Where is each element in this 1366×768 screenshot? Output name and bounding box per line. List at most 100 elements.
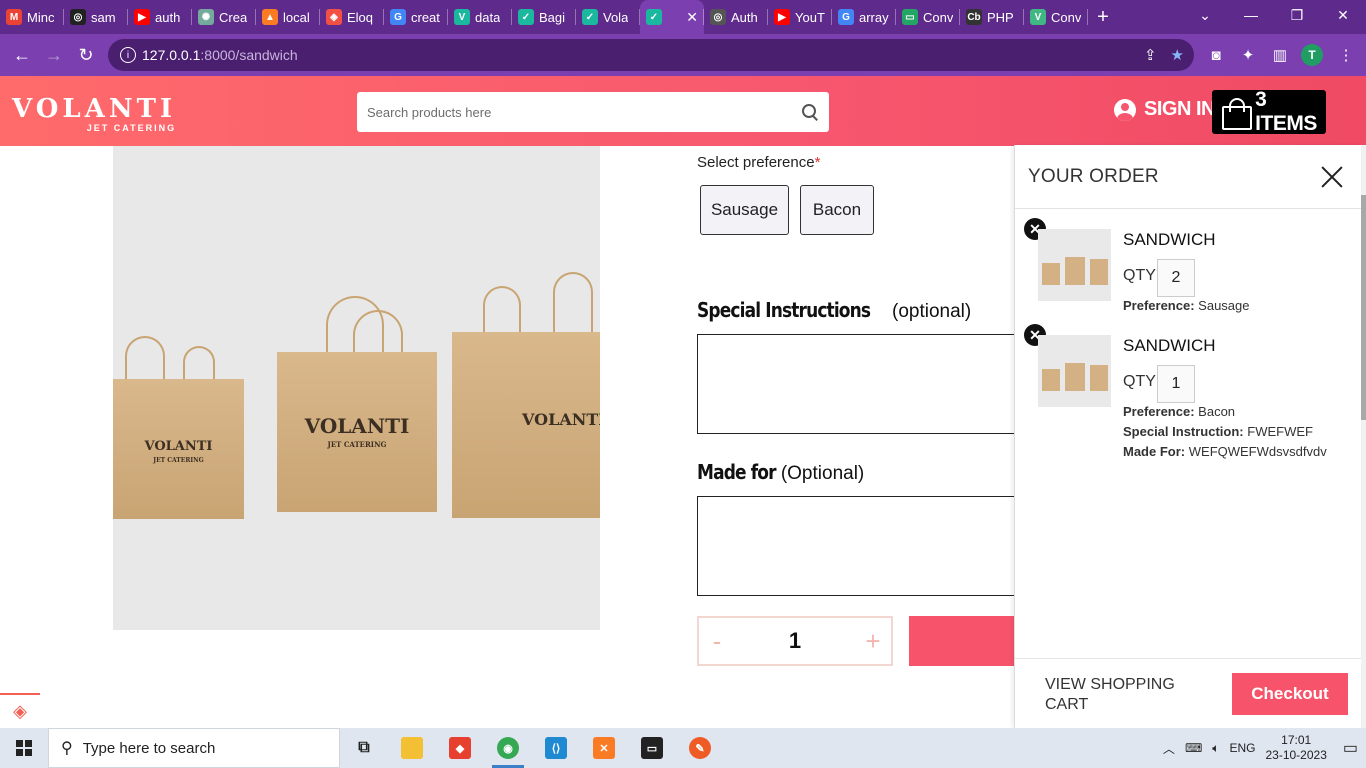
terminal-icon[interactable]: ▭ bbox=[628, 728, 676, 768]
browser-tab[interactable]: Cb PHP bbox=[960, 0, 1024, 34]
postman-icon[interactable]: ✎ bbox=[676, 728, 724, 768]
quantity-increase-button[interactable]: + bbox=[863, 626, 883, 657]
order-drawer: YOUR ORDER ✕ SANDWICH QTY 2 Preference: … bbox=[1014, 145, 1363, 728]
vue-icon: V bbox=[1030, 9, 1046, 25]
notifications-icon[interactable]: ▭ bbox=[1343, 738, 1358, 758]
close-icon[interactable] bbox=[1320, 165, 1344, 189]
anydesk-icon[interactable]: ◆ bbox=[436, 728, 484, 768]
laravel-debug-icon[interactable]: ◈ bbox=[0, 693, 40, 728]
browser-tab[interactable]: ✓ Vola bbox=[576, 0, 640, 34]
quantity-value[interactable]: 1 bbox=[789, 628, 801, 654]
taskbar-search[interactable]: ⚲ Type here to search bbox=[48, 728, 340, 768]
preference-bacon-button[interactable]: Bacon bbox=[800, 185, 874, 235]
chrome-icon[interactable]: ◉ bbox=[484, 728, 532, 768]
language-indicator[interactable]: ENG bbox=[1229, 741, 1255, 755]
order-item-qty-label: QTY bbox=[1123, 373, 1156, 390]
view-shopping-cart-link[interactable]: VIEW SHOPPING CART bbox=[1045, 675, 1195, 715]
order-drawer-header: YOUR ORDER bbox=[1015, 145, 1362, 209]
bookmark-star-icon[interactable]: ★ bbox=[1171, 46, 1184, 64]
camera-extension-icon[interactable]: ◙ bbox=[1205, 44, 1227, 66]
browser-tab-title: Crea bbox=[219, 9, 248, 25]
made-for-field[interactable] bbox=[697, 496, 1027, 596]
restore-icon[interactable]: ❐ bbox=[1274, 0, 1320, 30]
browser-tab[interactable]: M Minc bbox=[0, 0, 64, 34]
browser-tab-title: auth bbox=[155, 9, 181, 25]
back-icon[interactable]: ← bbox=[6, 39, 38, 71]
xampp-icon: ▲ bbox=[262, 9, 278, 25]
site-info-icon[interactable]: i bbox=[120, 47, 136, 63]
browser-tab-title: creat bbox=[411, 9, 440, 25]
sign-in-button[interactable]: SIGN IN bbox=[1114, 98, 1215, 121]
browser-tab[interactable]: ◈ Eloq bbox=[320, 0, 384, 34]
start-button[interactable] bbox=[0, 728, 48, 768]
page-scrollbar[interactable] bbox=[1361, 145, 1366, 728]
search-icon[interactable] bbox=[801, 103, 819, 121]
browser-tab[interactable]: ▶ auth bbox=[128, 0, 192, 34]
quantity-decrease-button[interactable]: - bbox=[707, 626, 727, 657]
user-icon bbox=[1114, 98, 1136, 121]
browser-tab-strip: M Minc ◎ sam ▶ auth ✺ Crea ▲ local ◈ Eloq Gcreat Vdat… bbox=[0, 0, 1366, 34]
order-item-name: SANDWICH bbox=[1123, 230, 1216, 249]
browser-tab[interactable]: ▭ Conv bbox=[896, 0, 960, 34]
product-search bbox=[357, 92, 829, 132]
browser-tab[interactable]: ✓ ✕ bbox=[640, 0, 704, 34]
checkout-button[interactable]: Checkout bbox=[1232, 673, 1348, 715]
order-item-preference: Preference: Sausage bbox=[1123, 298, 1250, 313]
extensions-puzzle-icon[interactable]: ✦ bbox=[1237, 44, 1259, 66]
minimize-icon[interactable]: — bbox=[1228, 0, 1274, 30]
browser-tab[interactable]: V Conv bbox=[1024, 0, 1088, 34]
browser-tab[interactable]: ◎ Auth bbox=[704, 0, 768, 34]
google-icon: G bbox=[838, 9, 854, 25]
profile-avatar[interactable]: T bbox=[1301, 44, 1323, 66]
youtube-icon: ▶ bbox=[774, 9, 790, 25]
url-host: 127.0.0.1 bbox=[142, 47, 201, 63]
tab-close-icon[interactable]: ✕ bbox=[686, 9, 698, 26]
browser-tab[interactable]: ▶ YouT bbox=[768, 0, 832, 34]
tab-search-icon[interactable]: ⌄ bbox=[1182, 0, 1228, 30]
browser-tab[interactable]: ◎ sam bbox=[64, 0, 128, 34]
order-item-special-instruction: Special Instruction: FWEFWEF bbox=[1123, 424, 1313, 439]
browser-tab[interactable]: Garray bbox=[832, 0, 896, 34]
side-panel-icon[interactable]: ▥ bbox=[1269, 44, 1291, 66]
volume-icon[interactable]: 🔈︎ bbox=[1212, 741, 1219, 756]
browser-tab-title: YouT bbox=[795, 9, 825, 25]
browser-tab-title: sam bbox=[91, 9, 116, 25]
search-input[interactable] bbox=[367, 104, 801, 120]
search-icon: ⚲ bbox=[61, 740, 73, 757]
order-item-qty-input[interactable]: 1 bbox=[1157, 365, 1195, 403]
browser-tab-title: Vola bbox=[603, 9, 629, 25]
browser-tab[interactable]: Gcreat bbox=[384, 0, 448, 34]
browser-menu-icon[interactable]: ⋮ bbox=[1335, 44, 1357, 66]
cart-count-label: 3 ITEMS bbox=[1255, 88, 1317, 135]
tray-chevron-icon[interactable]: ︿ bbox=[1163, 740, 1175, 757]
xampp-icon[interactable]: ✕ bbox=[580, 728, 628, 768]
new-tab-icon[interactable]: + bbox=[1088, 0, 1118, 34]
address-bar[interactable]: i 127.0.0.1:8000/sandwich ⇪ ★ bbox=[108, 39, 1194, 71]
browser-tab-title: Bagi bbox=[539, 9, 566, 25]
order-item-qty-label: QTY bbox=[1123, 267, 1156, 284]
volanti-logo[interactable]: VOLANTI JET CATERING bbox=[12, 96, 176, 133]
sheet-icon: ▭ bbox=[902, 9, 918, 25]
reload-icon[interactable]: ↻ bbox=[70, 39, 102, 71]
chatgpt-icon: ✺ bbox=[198, 9, 214, 25]
browser-tab[interactable]: ✺ Crea bbox=[192, 0, 256, 34]
browser-tab[interactable]: Vdata bbox=[448, 0, 512, 34]
browser-tab[interactable]: ✓ Bagi bbox=[512, 0, 576, 34]
window-close-icon[interactable]: ✕ bbox=[1320, 0, 1366, 30]
task-view-icon[interactable]: ⧉ bbox=[340, 728, 388, 768]
special-instructions-field[interactable] bbox=[697, 334, 1027, 434]
browser-tab[interactable]: ▲ local bbox=[256, 0, 320, 34]
vscode-icon[interactable]: ⟨⟩ bbox=[532, 728, 580, 768]
network-icon[interactable]: ⌨ bbox=[1185, 741, 1202, 755]
clock[interactable]: 17:01 23-10-2023 bbox=[1265, 733, 1326, 763]
file-explorer-icon[interactable] bbox=[388, 728, 436, 768]
forward-icon[interactable]: → bbox=[38, 39, 70, 71]
browser-tab-title: array bbox=[859, 9, 889, 25]
preference-sausage-button[interactable]: Sausage bbox=[700, 185, 789, 235]
order-item-name: SANDWICH bbox=[1123, 336, 1216, 355]
order-item-qty-input[interactable]: 2 bbox=[1157, 259, 1195, 297]
order-item-thumbnail bbox=[1038, 229, 1111, 301]
cart-button[interactable]: 3 ITEMS bbox=[1212, 88, 1326, 135]
add-to-cart-button[interactable] bbox=[909, 616, 1029, 666]
share-icon[interactable]: ⇪ bbox=[1144, 46, 1157, 64]
